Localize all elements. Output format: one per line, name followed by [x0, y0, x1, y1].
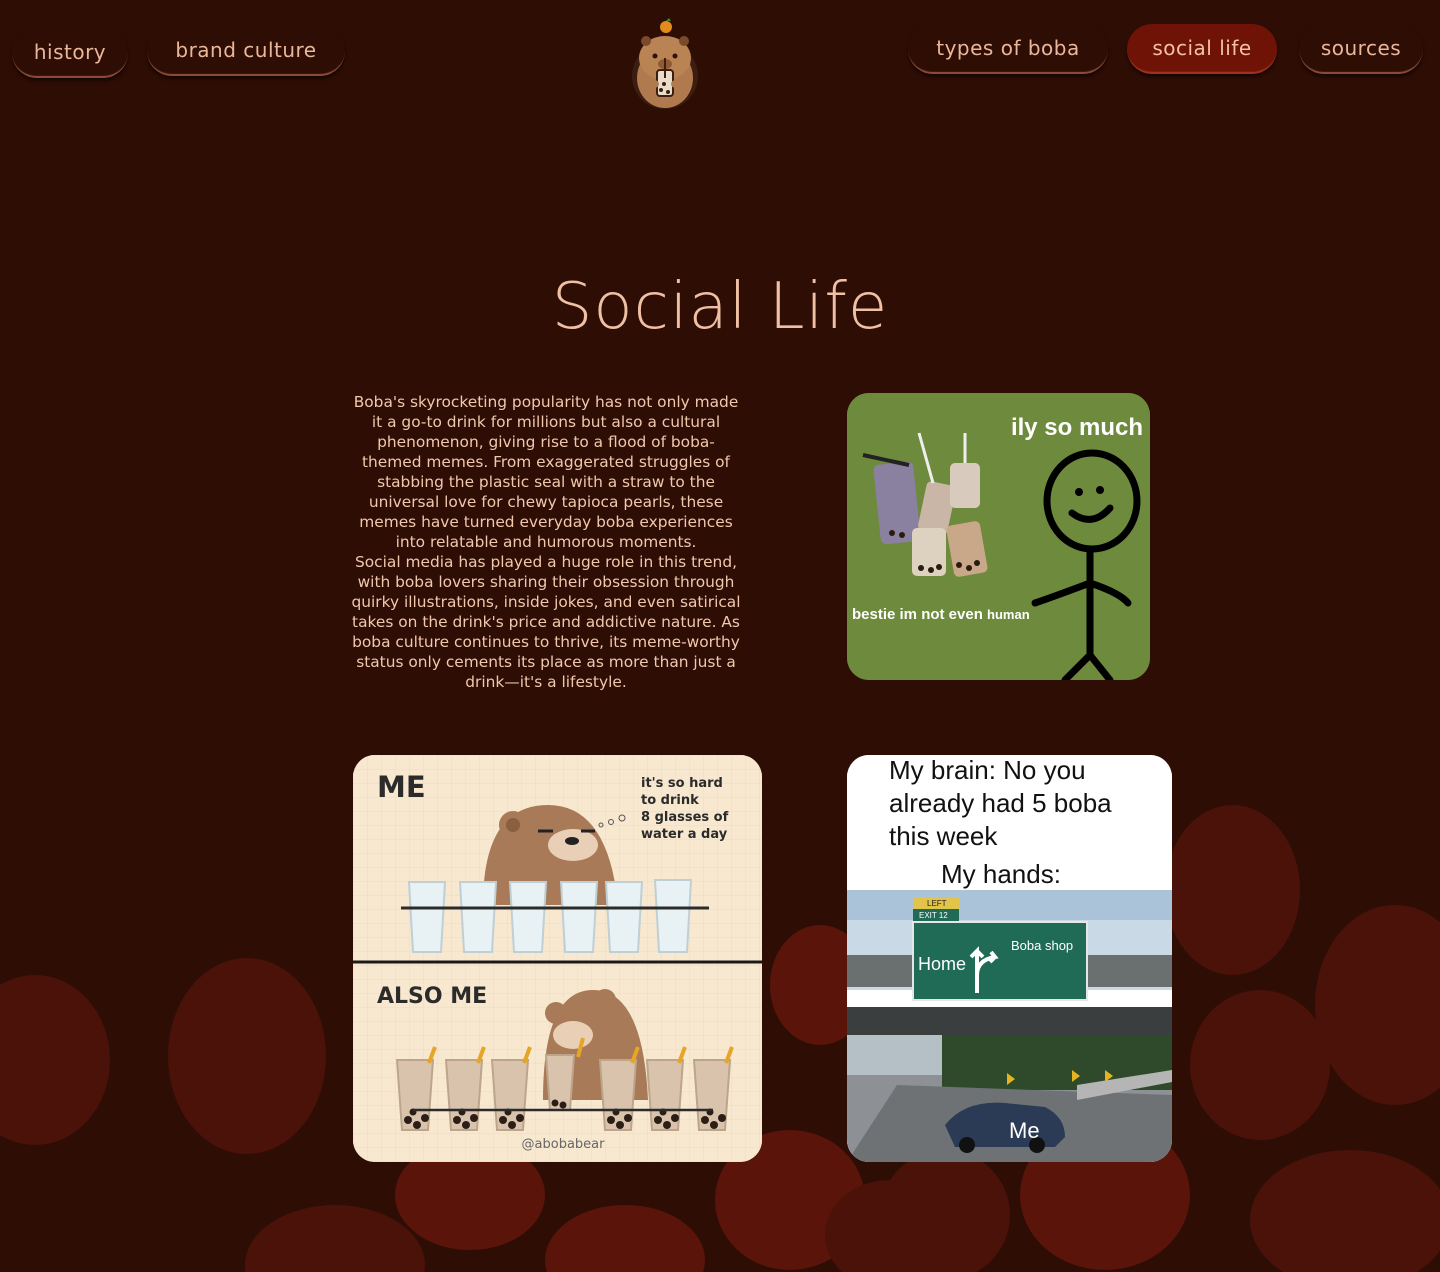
brain-line-3: this week: [889, 821, 998, 851]
bear-bottom-label: ALSO ME: [377, 984, 487, 1009]
bear-credit: @abobabear: [522, 1137, 606, 1152]
svg-text:bestie im not even human: bestie im not even human: [852, 606, 1030, 623]
sign-exit: EXIT 12: [919, 911, 948, 920]
sign-tag: LEFT: [927, 899, 947, 908]
nav-types-of-boba[interactable]: types of boba: [908, 24, 1108, 74]
meme-bear-image: ME it's so hard to drink 8 glasses of wa…: [353, 755, 762, 1162]
bg-pearl: [880, 1150, 1010, 1272]
paragraph-2: Social media has played a huge role in t…: [351, 553, 741, 691]
sign-boba-shop: Boba shop: [1011, 938, 1073, 953]
nav-sources[interactable]: sources: [1299, 24, 1423, 74]
stickman-top-text: ily so much: [1011, 414, 1143, 441]
stickman-bottom-text-human: human: [987, 607, 1030, 622]
bear-thought-3: 8 glasses of: [641, 810, 729, 825]
bg-pearl: [0, 975, 110, 1145]
meme-exit-image: My brain: No you already had 5 boba this…: [847, 755, 1172, 1162]
bear-top-label: ME: [377, 770, 426, 804]
sign-home: Home: [918, 954, 966, 974]
nav-brand-culture[interactable]: brand culture: [147, 26, 345, 76]
bg-pearl: [1190, 990, 1330, 1140]
paragraph-1: Boba's skyrocketing popularity has not o…: [353, 393, 739, 551]
stickman-bottom-text: bestie im not even: [852, 606, 987, 623]
bg-pearl: [1165, 805, 1300, 975]
nav-social-life[interactable]: social life: [1127, 24, 1277, 74]
bear-thought-1: it's so hard: [641, 776, 723, 791]
hands-line: My hands:: [941, 859, 1061, 889]
page-title: Social Life: [551, 270, 889, 344]
bg-pearl: [1315, 905, 1440, 1105]
bg-pearl: [545, 1205, 705, 1272]
capybara-logo[interactable]: [630, 18, 700, 110]
bear-thought-2: to drink: [641, 793, 699, 808]
bg-pearl: [168, 958, 326, 1154]
nav-history[interactable]: history: [12, 28, 128, 78]
bg-pearl: [245, 1205, 425, 1272]
bg-pearl: [1250, 1150, 1440, 1272]
car-label-me: Me: [1009, 1118, 1040, 1143]
intro-text: Boba's skyrocketing popularity has not o…: [348, 392, 744, 692]
bear-thought-4: water a day: [641, 827, 728, 842]
brain-line-2: already had 5 boba: [889, 788, 1112, 818]
brain-line-1: My brain: No you: [889, 755, 1086, 785]
meme-stickman-image: ily so much bestie im not even human: [847, 393, 1150, 680]
